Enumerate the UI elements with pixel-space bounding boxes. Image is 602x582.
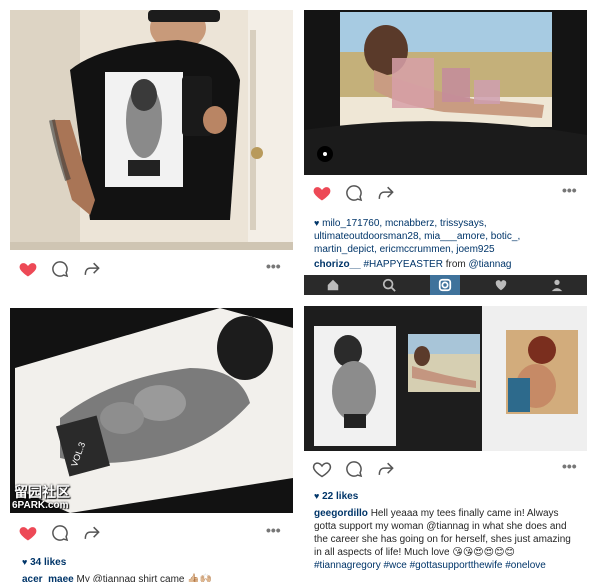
post-4-caption: geegordillo Hell yeaaa my tees finally c… [314,507,576,572]
watermark-url: 6PARK.com [12,500,69,511]
mirror-selfie-image [10,10,293,250]
activity-heart-icon[interactable] [494,278,508,292]
three-shirts-image [304,306,587,451]
caption-username[interactable]: acer_maee [22,574,74,582]
likes-count[interactable]: 34 likes [30,557,66,568]
share-icon[interactable] [82,259,102,279]
comment-mention[interactable]: @tiannag [469,259,512,270]
post-3-actions: ••• [10,520,293,546]
comment-text: from [445,259,466,270]
post-2-comment: chorizo__ #HAPPYEASTER from @tiannag [314,258,576,271]
post-4-likes: ♥ 22 likes [314,491,358,502]
comment-icon[interactable] [50,523,70,543]
post-1-photo[interactable] [10,10,293,250]
post-2: ••• ♥ milo_171760, mcnabberz, trissysays… [304,0,602,295]
post-2-actions: ••• [304,180,587,206]
profile-icon[interactable] [550,278,564,292]
comment-icon[interactable] [344,459,364,479]
heart-outline-icon[interactable] [312,459,332,479]
post-3-photo[interactable]: VOL.3 留园社区 6PARK.com [10,308,293,513]
hat-print-image [304,10,587,175]
post-2-likers: ♥ milo_171760, mcnabberz, trissysays, ul… [314,217,576,256]
post-4-actions: ••• [304,456,587,482]
watermark-chinese: 留园社区 [14,484,70,500]
post-3-caption: acer_maee My @tiannag shirt came 👍🏼🙌🏼 [22,573,292,582]
heart-filled-icon[interactable] [18,259,38,279]
heart-small-icon: ♥ [314,491,320,501]
more-options-icon[interactable]: ••• [266,258,281,274]
comment-icon[interactable] [50,259,70,279]
post-2-photo[interactable] [304,10,587,175]
caption-hashtags-1[interactable]: #tiannagregory #wce [314,560,407,571]
post-3-likes: ♥ 34 likes [22,557,66,568]
share-icon[interactable] [376,183,396,203]
more-options-icon[interactable]: ••• [562,458,577,474]
caption-username[interactable]: geegordillo [314,508,368,519]
home-icon[interactable] [326,278,340,292]
post-1-actions: ••• [10,256,293,282]
post-3: VOL.3 留园社区 6PARK.com ••• ♥ 34 likes acer… [0,300,298,582]
comment-icon[interactable] [344,183,364,203]
post-4: ••• ♥ 22 likes geegordillo Hell yeaaa my… [304,300,602,582]
heart-small-icon: ♥ [22,557,28,567]
more-options-icon[interactable]: ••• [562,182,577,198]
heart-small-icon: ♥ [314,218,320,228]
caption-text: My @tiannag shirt came 👍🏼🙌🏼 [76,574,213,582]
post-1: ••• [0,0,298,288]
share-icon[interactable] [376,459,396,479]
likers-list[interactable]: milo_171760, mcnabberz, trissysays, ulti… [314,218,520,255]
comment-username[interactable]: chorizo__ [314,259,361,270]
post-4-photo[interactable] [304,306,587,451]
comment-hashtag[interactable]: #HAPPYEASTER [363,259,442,270]
bottom-nav-bar [304,275,587,295]
heart-filled-icon[interactable] [312,183,332,203]
search-icon[interactable] [382,278,396,292]
likes-count[interactable]: 22 likes [322,491,358,502]
camera-icon [438,278,452,292]
share-icon[interactable] [82,523,102,543]
more-options-icon[interactable]: ••• [266,522,281,538]
heart-filled-icon[interactable] [18,523,38,543]
caption-hashtags-2[interactable]: #gottasupportthewife #onelove [410,560,546,571]
